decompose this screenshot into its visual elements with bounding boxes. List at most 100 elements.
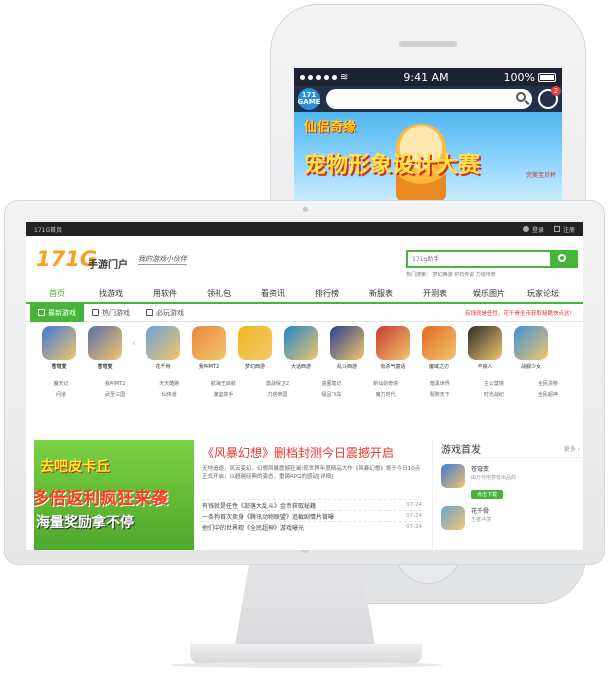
game-icon[interactable] bbox=[422, 326, 456, 360]
game-item[interactable]: 有杀气童话 bbox=[370, 326, 416, 378]
game-item[interactable]: 苍穹变 bbox=[82, 326, 128, 378]
search-icon[interactable] bbox=[516, 92, 526, 102]
news-section: 《风暴幻想》删档封测今日震撼开启 无地追逐，风云变幻。幻想风暴震撼狂澜!现世界年… bbox=[202, 440, 422, 550]
game-link[interactable]: 全民超神 bbox=[521, 391, 575, 398]
register-link[interactable]: 注册 bbox=[553, 225, 575, 234]
news-date: 07-24 bbox=[406, 502, 422, 508]
game-name: 有杀气童话 bbox=[380, 364, 406, 370]
new-games-icon bbox=[38, 309, 45, 316]
game-link[interactable]: 时光战纪 bbox=[467, 391, 521, 398]
game-icon[interactable] bbox=[376, 326, 410, 360]
chevron-left-icon[interactable]: ‹ bbox=[128, 326, 140, 360]
banner-title: 宠物形象设计大赛 bbox=[304, 153, 481, 178]
game-link[interactable]: 魔力时代 bbox=[359, 391, 413, 398]
game-link[interactable]: 灌篮高手 bbox=[196, 391, 250, 398]
game-link[interactable]: 魔天记 bbox=[34, 380, 88, 387]
game-link[interactable]: 新仙剑奇侠 bbox=[359, 380, 413, 387]
game-icon[interactable] bbox=[284, 326, 318, 360]
login-label: 登录 bbox=[531, 226, 544, 234]
signal-icon bbox=[300, 74, 305, 80]
game-item[interactable]: 苍穹变 bbox=[36, 326, 82, 378]
site-search bbox=[406, 250, 578, 268]
news-item[interactable]: 一条狗首次卖身《腾讯动物联盟》追截剧情片首曝 07-24 bbox=[202, 510, 422, 521]
site-search-input[interactable] bbox=[408, 252, 550, 266]
nav-item-test-schedule[interactable]: 开测表 bbox=[408, 288, 462, 299]
game-item[interactable]: 花千骨 bbox=[140, 326, 186, 378]
site-search-button[interactable] bbox=[550, 252, 576, 266]
game-link[interactable]: 暗黑世界 bbox=[413, 380, 467, 387]
game-link[interactable]: 天天酷跑 bbox=[142, 380, 196, 387]
sidebar-game[interactable]: 花千骨 王者冲荡 bbox=[441, 506, 580, 530]
game-link[interactable]: 主公莫慌 bbox=[467, 380, 521, 387]
news-title: 一条狗首次卖身《腾讯动物联盟》追截剧情片首曝 bbox=[202, 513, 335, 521]
app-search-input[interactable] bbox=[326, 89, 532, 109]
game-item[interactable]: 战舰少女 bbox=[508, 326, 554, 378]
news-item[interactable]: 他们中的世界观《全民超神》游戏曝光 07-24 bbox=[202, 521, 422, 532]
game-icon[interactable] bbox=[42, 326, 76, 360]
game-icon[interactable] bbox=[441, 506, 465, 530]
sidebar-game-name: 花千骨 bbox=[471, 508, 490, 515]
game-link[interactable]: 刀塔帝国 bbox=[250, 391, 304, 398]
tab-must-play[interactable]: 必玩游戏 bbox=[138, 304, 192, 322]
game-item[interactable]: 不良人 bbox=[462, 326, 508, 378]
game-link[interactable]: 武圣三国 bbox=[88, 391, 142, 398]
tab-new-games[interactable]: 最新游戏 bbox=[30, 303, 84, 322]
game-icon[interactable] bbox=[514, 326, 548, 360]
nav-item-home[interactable]: 首页 bbox=[30, 288, 84, 299]
game-link[interactable]: 仙侠道 bbox=[142, 391, 196, 398]
game-link[interactable]: 航海王启航 bbox=[196, 380, 250, 387]
game-link[interactable]: 裂隙天下 bbox=[413, 391, 467, 398]
game-icon[interactable] bbox=[88, 326, 122, 360]
news-headline[interactable]: 《风暴幻想》删档封测今日震撼开启 bbox=[202, 440, 422, 461]
game-icon[interactable] bbox=[146, 326, 180, 360]
download-button[interactable]: 点击下载 bbox=[471, 490, 504, 499]
login-link[interactable]: 登录 bbox=[522, 225, 544, 234]
nav-item-news[interactable]: 看资讯 bbox=[246, 288, 300, 299]
game-link[interactable]: 问道 bbox=[34, 391, 88, 398]
wifi-icon: ≋ bbox=[340, 71, 349, 83]
download-manager-icon[interactable]: 2 bbox=[538, 86, 561, 109]
tab-label: 热门游戏 bbox=[102, 308, 130, 317]
news-item[interactable]: 有钱就是任性《部落大乱斗》金币获取秘籍 07-24 bbox=[202, 499, 422, 510]
game-link[interactable]: 激战保卫2 bbox=[250, 380, 304, 387]
game-icon[interactable] bbox=[468, 326, 502, 360]
nav-item-forum[interactable]: 玩家论坛 bbox=[516, 288, 570, 299]
game-icon[interactable] bbox=[330, 326, 364, 360]
content-area: 去吧皮卡丘 多倍返利疯狂来袭 海量奖励拿不停 《风暴幻想》删档封测今日震撼开启 … bbox=[26, 440, 583, 550]
nav-item-rankings[interactable]: 排行榜 bbox=[300, 288, 354, 299]
promo-banner[interactable]: 去吧皮卡丘 多倍返利疯狂来袭 海量奖励拿不停 bbox=[34, 440, 194, 550]
tab-label: 必玩游戏 bbox=[156, 308, 184, 317]
game-icon[interactable] bbox=[441, 464, 465, 488]
game-link[interactable]: 盗墓笔记 bbox=[304, 380, 358, 387]
app-logo[interactable]: 171 GAME bbox=[298, 88, 320, 110]
hot-search-links[interactable]: 热门搜索： 梦幻西游 炉石传说 刀塔传奇 bbox=[406, 271, 496, 278]
game-icon[interactable] bbox=[238, 326, 272, 360]
game-item[interactable]: 魔域之刃 bbox=[416, 326, 462, 378]
game-link[interactable]: 全民漂移 bbox=[521, 380, 575, 387]
game-link[interactable]: 极品飞车 bbox=[304, 391, 358, 398]
nav-item-software[interactable]: 用软件 bbox=[138, 288, 192, 299]
phone-speaker bbox=[399, 41, 457, 47]
nav-item-new-servers[interactable]: 新服表 bbox=[354, 288, 408, 299]
nav-item-find-games[interactable]: 找游戏 bbox=[84, 288, 138, 299]
sidebar-more-link[interactable]: 更多 › bbox=[564, 444, 580, 453]
sidebar-game[interactable]: 苍穹变 由万代电梦苍出品的 点击下载 bbox=[441, 464, 580, 500]
promo-link[interactable]: 有钱就是任性，花千骨全币获取秘籍快点这！ bbox=[465, 309, 575, 317]
nav-item-gifts[interactable]: 领礼包 bbox=[192, 288, 246, 299]
game-item[interactable]: 乱斗西游 bbox=[324, 326, 370, 378]
game-item[interactable]: 大话西游 bbox=[278, 326, 324, 378]
game-link[interactable]: 我叫MT2 bbox=[88, 380, 142, 387]
game-item[interactable]: 梦幻西游 bbox=[232, 326, 278, 378]
nav-item-pictures[interactable]: 娱乐图片 bbox=[462, 288, 516, 299]
sidebar-game-name: 苍穹变 bbox=[471, 466, 490, 473]
game-name: 梦幻西游 bbox=[244, 364, 265, 370]
status-time: 9:41 AM bbox=[403, 70, 449, 84]
game-icon[interactable] bbox=[192, 326, 226, 360]
banner-line: 海量奖励拿不停 bbox=[36, 515, 134, 531]
tab-hot-games[interactable]: 热门游戏 bbox=[84, 304, 138, 322]
signal-icon bbox=[332, 74, 337, 80]
home-link[interactable]: 171G首页 bbox=[34, 225, 62, 234]
game-item[interactable]: 我叫MT2 bbox=[186, 326, 232, 378]
app-banner[interactable]: 仙侣奇缘 宠物形象设计大赛 完美宝贝杯 bbox=[294, 112, 562, 203]
sidebar-title: 游戏首发 bbox=[441, 445, 481, 456]
